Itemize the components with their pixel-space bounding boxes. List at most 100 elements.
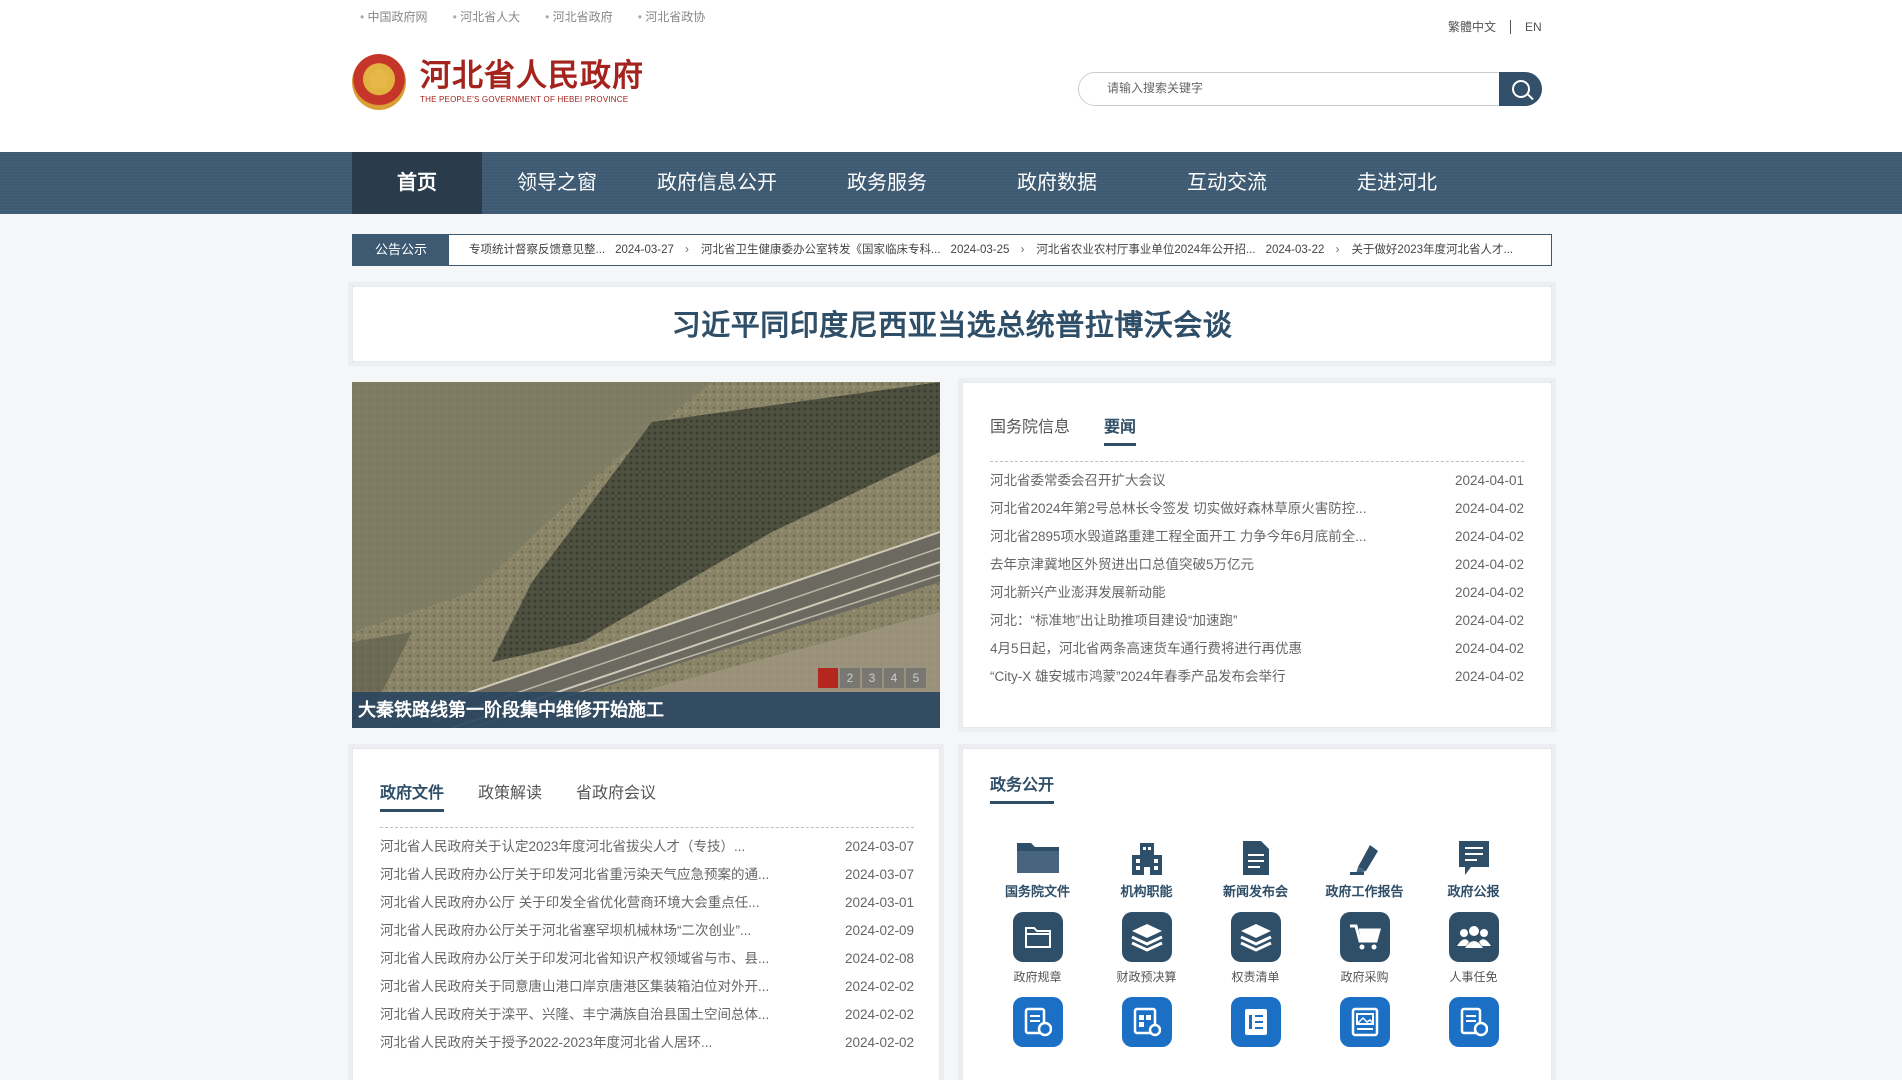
list-item[interactable]: 河北：“标准地”出让助推项目建设“加速跑” 2024-04-02 — [990, 607, 1524, 635]
search-box — [1078, 72, 1542, 106]
list-item[interactable]: 河北省人民政府关于同意唐山港口岸京唐港区集装箱泊位对外开... 2024-02-0… — [380, 973, 914, 1001]
gov-affairs-grid: 国务院文件 机构职能 新闻发布会 政府工作报告 政府公报 政府规章 财政预决算 — [983, 829, 1528, 1047]
news-list: 河北省委常委会召开扩大会议 2024-04-01 河北省2024年第2号总林长令签… — [990, 467, 1524, 691]
slider-dot[interactable]: 3 — [862, 668, 882, 688]
list-item[interactable]: 河北省2895项水毁道路重建工程全面开工 力争今年6月底前全... 2024-04… — [990, 523, 1524, 551]
affairs-item-row3-2[interactable] — [1092, 997, 1201, 1047]
affairs-item-work-report[interactable]: 政府工作报告 — [1310, 829, 1419, 900]
list-item[interactable]: 河北省委常委会召开扩大会议 2024-04-01 — [990, 467, 1524, 495]
list-item[interactable]: 河北省人民政府关于认定2023年度河北省拔尖人才（专技）... 2024-03-0… — [380, 833, 914, 861]
gov-affairs-title: 政务公开 — [990, 771, 1055, 804]
language-switcher: 繁體中文 EN — [1448, 18, 1542, 35]
folder-icon — [1013, 829, 1063, 875]
nav-item-interaction[interactable]: 互动交流 — [1142, 152, 1312, 214]
slider-pagination: 1 2 3 4 5 — [818, 668, 926, 688]
affairs-item-state-council-docs[interactable]: 国务院文件 — [983, 829, 1092, 900]
affairs-item-budget[interactable]: 财政预决算 — [1092, 912, 1201, 985]
notice-label: 公告公示 — [353, 235, 449, 265]
documents-list: 河北省人民政府关于认定2023年度河北省拔尖人才（专技）... 2024-03-0… — [380, 833, 914, 1057]
affairs-item-gazette[interactable]: 政府公报 — [1419, 829, 1528, 900]
lang-english[interactable]: EN — [1525, 20, 1542, 34]
search-button[interactable] — [1499, 72, 1542, 106]
documents-tabs: 政府文件 政策解读 省政府会议 — [380, 779, 656, 812]
tab-policy-interpretation[interactable]: 政策解读 — [478, 779, 542, 812]
slider-caption[interactable]: 大秦铁路线第一阶段集中维修开始施工 — [352, 692, 940, 728]
slider-dot[interactable]: 5 — [906, 668, 926, 688]
list-item[interactable]: 河北省人民政府办公厅关于印发河北省重污染天气应急预案的通... 2024-03-0… — [380, 861, 914, 889]
top-link[interactable]: 河北省政协 — [638, 8, 705, 25]
top-links: 中国政府网 河北省人大 河北省政府 河北省政协 — [360, 8, 706, 25]
main-nav: 首页 领导之窗 政府信息公开 政务服务 政府数据 互动交流 走进河北 — [0, 152, 1902, 214]
list-item[interactable]: “City-X 雄安城市鸿蒙”2024年春季产品发布会举行 2024-04-02 — [990, 663, 1524, 691]
notice-ticker: 专项统计督察反馈意见整...2024-03-27 河北省卫生健康委办公室转发《国… — [469, 235, 1513, 265]
lang-traditional[interactable]: 繁體中文 — [1448, 18, 1496, 35]
slider-dot[interactable]: 2 — [840, 668, 860, 688]
nav-item-info-disclosure[interactable]: 政府信息公开 — [632, 152, 802, 214]
cart-icon — [1339, 912, 1390, 962]
nav-item-services[interactable]: 政务服务 — [802, 152, 972, 214]
folder-icon — [1012, 912, 1063, 962]
nav-item-data[interactable]: 政府数据 — [972, 152, 1142, 214]
list-item[interactable]: 河北省2024年第2号总林长令签发 切实做好森林草原火害防控... 2024-04… — [990, 495, 1524, 523]
top-header: 中国政府网 河北省人大 河北省政府 河北省政协 繁體中文 EN 河北省人民政府 … — [0, 0, 1902, 152]
top-link[interactable]: 河北省政府 — [545, 8, 613, 25]
logo-subtitle: THE PEOPLE'S GOVERNMENT OF HEBEI PROVINC… — [420, 95, 629, 104]
list-item[interactable]: 河北省人民政府办公厅关于印发河北省知识产权领域省与市、县... 2024-02-0… — [380, 945, 914, 973]
affairs-item-regulations[interactable]: 政府规章 — [983, 912, 1092, 985]
tab-provincial-meetings[interactable]: 省政府会议 — [576, 779, 656, 812]
national-emblem-icon — [352, 54, 406, 110]
list-item[interactable]: 河北省人民政府办公厅 关于印发全省优化营商环境大会重点任... 2024-03-0… — [380, 889, 914, 917]
affairs-item-row3-3[interactable] — [1201, 997, 1310, 1047]
pen-icon — [1340, 829, 1390, 875]
list-item[interactable]: 河北省人民政府关于授予2022-2023年度河北省人居环... 2024-02-0… — [380, 1029, 914, 1057]
affairs-item-row3-5[interactable] — [1419, 997, 1528, 1047]
lang-divider — [1510, 19, 1512, 34]
notice-item[interactable]: 河北省农业农村厅事业单位2024年公开招... 2024-03-22 — [1036, 235, 1339, 265]
nav-item-about-hebei[interactable]: 走进河北 — [1312, 152, 1482, 214]
list-item[interactable]: 河北省人民政府关于滦平、兴隆、丰宁满族自治县国土空间总体... 2024-02-0… — [380, 1001, 914, 1029]
documents-panel: 政府文件 政策解读 省政府会议 河北省人民政府关于认定2023年度河北省拔尖人才… — [352, 748, 940, 1080]
list-item[interactable]: 河北新兴产业澎湃发展新动能 2024-04-02 — [990, 579, 1524, 607]
affairs-item-institutions[interactable]: 机构职能 — [1092, 829, 1201, 900]
image-slider[interactable]: 1 2 3 4 5 大秦铁路线第一阶段集中维修开始施工 — [352, 382, 940, 728]
tab-state-council-info[interactable]: 国务院信息 — [990, 413, 1070, 446]
form-icon — [1448, 997, 1499, 1047]
affairs-item-press-conference[interactable]: 新闻发布会 — [1201, 829, 1310, 900]
top-link[interactable]: 中国政府网 — [360, 8, 428, 25]
notice-item[interactable]: 关于做好2023年度河北省人才... — [1351, 235, 1513, 265]
list-item[interactable]: 4月5日起，河北省两条高速货车通行费将进行再优惠 2024-04-02 — [990, 635, 1524, 663]
nav-item-leaders[interactable]: 领导之窗 — [482, 152, 632, 214]
tab-gov-documents[interactable]: 政府文件 — [380, 779, 445, 812]
list-item[interactable]: 河北省人民政府办公厅关于河北省塞罕坝机械林场“二次创业”... 2024-02-0… — [380, 917, 914, 945]
image-doc-icon — [1339, 997, 1390, 1047]
search-icon — [1511, 80, 1530, 98]
affairs-item-row3-4[interactable] — [1310, 997, 1419, 1047]
gov-affairs-panel: 政务公开 国务院文件 机构职能 新闻发布会 政府工作报告 政府公报 政府规章 财… — [962, 748, 1552, 1080]
site-logo[interactable]: 河北省人民政府 THE PEOPLE'S GOVERNMENT OF HEBEI… — [352, 54, 644, 110]
top-link[interactable]: 河北省人大 — [453, 8, 520, 25]
notice-item[interactable]: 河北省卫生健康委办公室转发《国家临床专科... 2024-03-25 — [701, 235, 1024, 265]
slider-dot[interactable]: 1 — [818, 668, 838, 688]
news-panel: 国务院信息 要闻 河北省委常委会召开扩大会议 2024-04-01 河北省2024… — [962, 382, 1552, 728]
nav-item-home[interactable]: 首页 — [352, 152, 482, 214]
affairs-item-procurement[interactable]: 政府采购 — [1310, 912, 1419, 985]
bulletin-icon — [1449, 829, 1499, 875]
table-doc-icon — [1121, 997, 1172, 1047]
logo-title: 河北省人民政府 — [420, 58, 644, 94]
tab-headlines[interactable]: 要闻 — [1104, 413, 1137, 446]
affairs-item-row3-1[interactable] — [983, 997, 1092, 1047]
document-icon — [1231, 829, 1281, 875]
divider — [990, 461, 1524, 462]
slider-dot[interactable]: 4 — [884, 668, 904, 688]
building-icon — [1122, 829, 1172, 875]
affairs-item-power-list[interactable]: 权责清单 — [1201, 912, 1310, 985]
headline-news[interactable]: 习近平同印度尼西亚当选总统普拉博沃会谈 — [352, 286, 1552, 362]
notice-bar: 公告公示 专项统计督察反馈意见整...2024-03-27 河北省卫生健康委办公… — [352, 234, 1552, 266]
notice-item[interactable]: 专项统计督察反馈意见整... 2024-03-27 — [469, 235, 689, 265]
search-input[interactable] — [1107, 81, 1487, 95]
list-item[interactable]: 去年京津冀地区外贸进出口总值突破5万亿元 2024-04-02 — [990, 551, 1524, 579]
people-icon — [1448, 912, 1499, 962]
layers-icon — [1121, 912, 1172, 962]
affairs-item-personnel[interactable]: 人事任免 — [1419, 912, 1528, 985]
layers-icon — [1230, 912, 1281, 962]
